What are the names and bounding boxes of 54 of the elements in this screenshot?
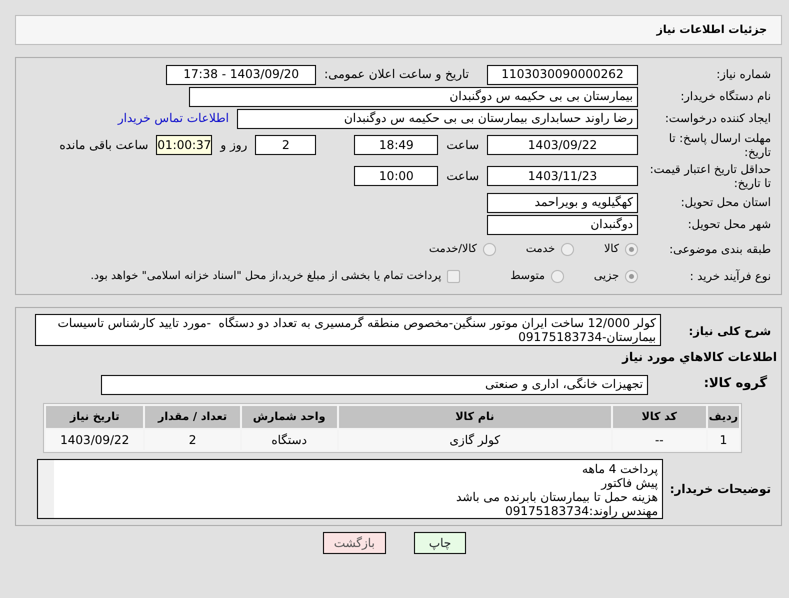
radio-button[interactable]	[550, 270, 564, 282]
back-button[interactable]: بازگشت	[322, 532, 386, 554]
contact-link[interactable]: اطلاعات تماس خریدار	[118, 111, 237, 126]
checkbox[interactable]	[447, 270, 460, 282]
option-label: خدمت	[526, 242, 556, 256]
page-title: جزئیات اطلاعات نیاز	[656, 23, 767, 37]
column-header: نام کالا	[338, 406, 611, 428]
column-header: تاریخ نیاز	[46, 406, 144, 428]
section-title: اطلاعات کالاهاي مورد نياز	[622, 350, 778, 365]
time-label: ساعت	[445, 138, 480, 152]
field-label: شماره نیاز:	[715, 67, 772, 82]
print-button[interactable]: چاپ	[414, 532, 466, 554]
days-field: 2	[255, 135, 316, 155]
field-label: مهلت ارسال پاسخ: تا تاریخ:	[668, 131, 772, 159]
field-label: تاریخ و ساعت اعلان عمومی:	[323, 67, 470, 82]
requester-field: رضا راوند حسابداری بیمارستان بی بی حکیمه س دوگنبدان	[237, 108, 638, 128]
option-label: جزیی	[594, 269, 619, 283]
column-header: تعداد / مقدار	[145, 406, 240, 428]
field-label: ایجاد کننده درخواست:	[664, 111, 772, 126]
announce-date-field: 1403/09/20 - 17:38	[166, 64, 316, 84]
column-header: واحد شمارش	[242, 406, 337, 428]
column-header: کد کالا	[612, 406, 706, 428]
field-label: توضیحات خریدار:	[668, 482, 772, 496]
field-label: نوع فرآیند خرید :	[688, 268, 772, 284]
goods-group-field: تجهیزات خانگی، اداری و صنعتی	[101, 374, 648, 394]
field-label: نام دستگاه خریدار:	[679, 89, 772, 104]
field-label: استان محل تحویل:	[680, 195, 772, 210]
province-field: کهگیلویه و بویراحمد	[487, 192, 638, 212]
deadline-time-field: 18:49	[354, 135, 438, 155]
radio-button[interactable]	[625, 270, 638, 282]
need-number-field: 1103030090000262	[487, 64, 638, 84]
radio-button[interactable]	[561, 242, 574, 256]
option-label: متوسط	[510, 269, 545, 283]
checkbox-label: پرداخت تمام یا بخشی از مبلغ خرید،از محل "اسناد خزانه اسلامی" خواهد بود.	[90, 269, 442, 283]
buyer-org-field: بیمارستان بی بی حکیمه س دوگنبدان	[189, 86, 638, 106]
radio-button[interactable]	[482, 242, 496, 256]
field-label: گروه کالا:	[702, 376, 768, 393]
time-label: ساعت	[445, 168, 480, 184]
radio-button[interactable]	[625, 242, 638, 256]
field-label: طبقه بندی موضوعی:	[668, 242, 772, 256]
option-label: کالا	[604, 242, 619, 256]
days-label: روز و	[218, 138, 248, 152]
summary-field: کولر 12/000 ساخت ایران موتور سنگین-مخصوص منطقه گرمسیری به تعداد دو دستگاه -مورد تایید کارشناس تاسیسات بیمارستان-09175183734	[35, 314, 661, 346]
field-label: حداقل تاریخ اعتبار قیمت: تا تاریخ:	[648, 162, 772, 190]
remaining-time-field: 01:00:37	[156, 135, 212, 155]
field-label: شهر محل تحویل:	[686, 217, 772, 232]
option-label: کالا/خدمت	[429, 242, 477, 256]
city-field: دوگنبدان	[487, 214, 638, 234]
column-header: ردیف	[708, 406, 739, 428]
deadline-date-field: 1403/09/22	[487, 135, 638, 155]
validity-date-field: 1403/11/23	[487, 166, 638, 186]
remaining-label: ساعت باقی مانده	[58, 138, 150, 152]
field-label: شرح کلی نیاز:	[688, 323, 772, 338]
validity-time-field: 10:00	[354, 166, 438, 186]
